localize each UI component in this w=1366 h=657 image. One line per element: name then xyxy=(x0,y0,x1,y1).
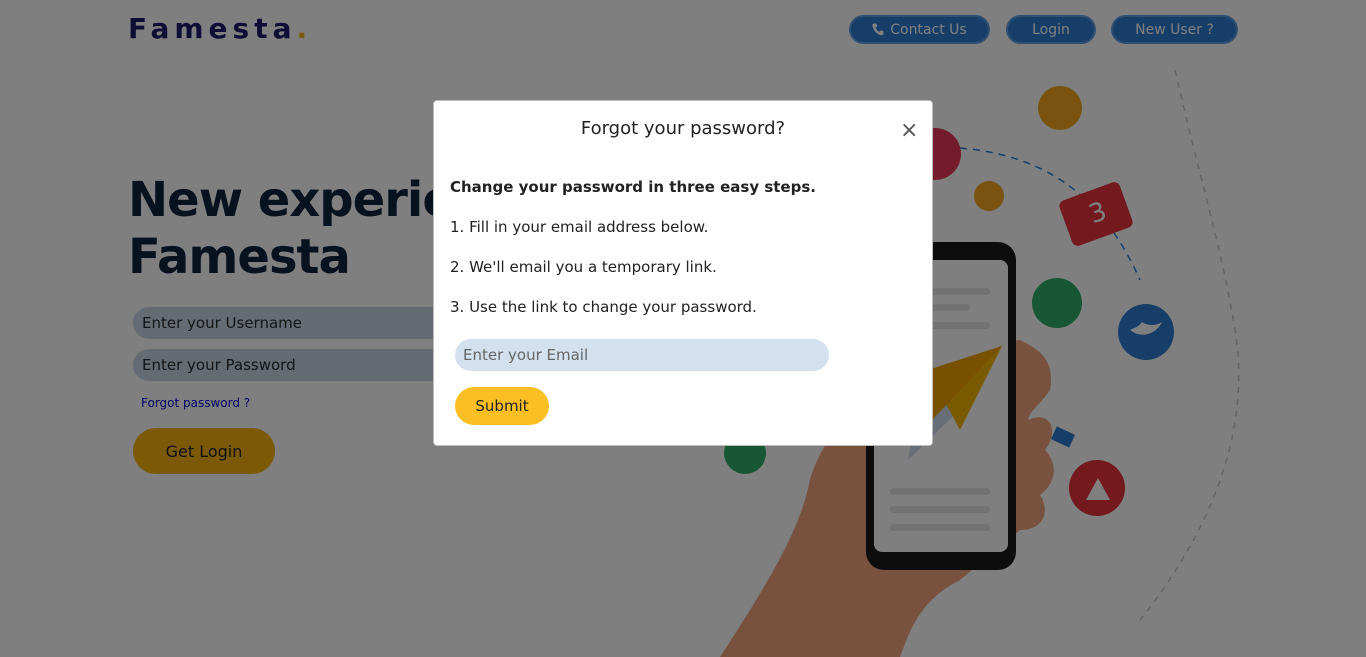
close-icon[interactable]: × xyxy=(900,119,918,143)
modal-step-2: 2. We'll email you a temporary link. xyxy=(450,258,717,276)
email-input[interactable] xyxy=(455,339,829,371)
modal-title: Forgot your password? xyxy=(580,118,786,139)
modal-step-1: 1. Fill in your email address below. xyxy=(450,218,709,236)
modal-step-3: 3. Use the link to change your password. xyxy=(450,298,757,316)
modal-intro: Change your password in three easy steps… xyxy=(450,178,816,196)
forgot-password-modal: Forgot your password? × Change your pass… xyxy=(433,100,933,446)
submit-button[interactable]: Submit xyxy=(455,387,549,425)
